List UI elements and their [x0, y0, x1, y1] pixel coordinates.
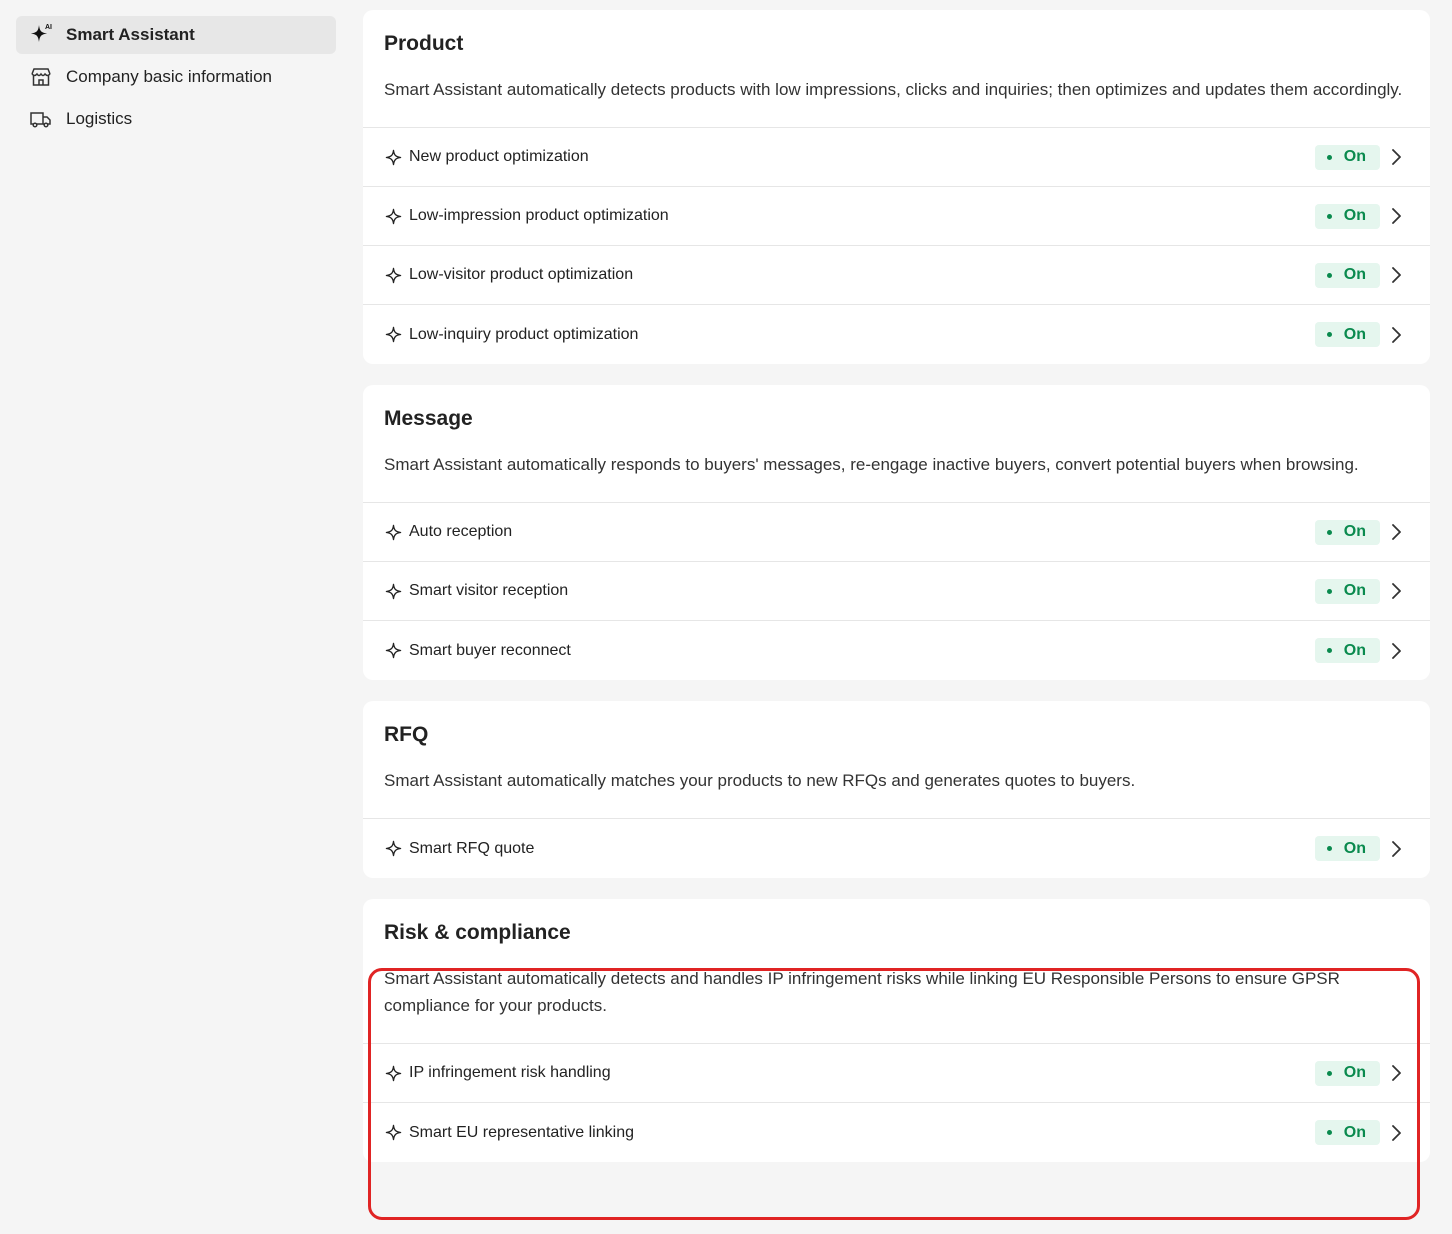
status-dot: [1326, 272, 1332, 278]
svg-text:AI: AI: [45, 24, 52, 31]
feature-row[interactable]: Auto reception On: [363, 503, 1430, 562]
chevron-right-icon[interactable]: [1390, 206, 1406, 226]
sidebar-item-label: Logistics: [66, 109, 133, 128]
feature-label: Smart RFQ quote: [409, 839, 535, 857]
sparkle-icon: [385, 523, 403, 541]
feature-label: Low-inquiry product optimization: [409, 325, 639, 343]
chevron-right-icon[interactable]: [1390, 1123, 1406, 1143]
status-text: On: [1343, 839, 1366, 857]
chevron-right-icon[interactable]: [1390, 325, 1406, 345]
feature-row[interactable]: Low-visitor product optimization On: [363, 246, 1430, 305]
status-text: On: [1343, 582, 1366, 599]
section-description: Smart Assistant automatically detects an…: [384, 969, 1340, 1015]
status-text: On: [1343, 1123, 1366, 1141]
section-card-message: Message Smart Assistant automatically res…: [363, 385, 1430, 680]
status-dot: [1326, 529, 1332, 535]
chevron-right-icon[interactable]: [1390, 839, 1406, 859]
sparkle-icon: [385, 148, 403, 166]
section-title: Message: [384, 407, 473, 430]
feature-row[interactable]: Smart RFQ quote On: [363, 819, 1430, 878]
feature-row[interactable]: IP infringement risk handling On: [363, 1044, 1430, 1103]
feature-row[interactable]: Low-inquiry product optimization On: [363, 305, 1430, 364]
sparkle-icon: [385, 266, 403, 284]
feature-label: Low-impression product optimization: [409, 207, 669, 224]
sparkle-icon: [385, 1064, 403, 1082]
sparkle-icon: [385, 642, 403, 660]
status-text: On: [1343, 641, 1366, 659]
feature-label: Smart buyer reconnect: [409, 641, 571, 659]
status-badge: On: [1314, 144, 1380, 170]
sparkle-icon: [385, 582, 403, 600]
status-dot: [1326, 648, 1332, 653]
feature-label: Auto reception: [409, 523, 513, 540]
chevron-right-icon[interactable]: [1390, 147, 1406, 167]
feature-label: IP infringement risk handling: [409, 1064, 611, 1081]
sparkle-icon: [385, 1124, 403, 1142]
status-text: On: [1343, 207, 1366, 224]
chevron-right-icon[interactable]: [1390, 265, 1406, 285]
main-content: Product Smart Assistant automatically det…: [363, 10, 1430, 1183]
status-dot: [1326, 1070, 1332, 1076]
status-badge: On: [1314, 262, 1380, 288]
sidebar-item-company-info[interactable]: Company basic information: [16, 58, 336, 96]
status-dot: [1326, 332, 1332, 337]
feature-row[interactable]: Smart buyer reconnect On: [363, 621, 1430, 680]
section-description: Smart Assistant automatically detects pr…: [384, 80, 1403, 99]
status-text: On: [1343, 1064, 1366, 1081]
sparkle-icon: [385, 326, 403, 344]
status-dot: [1326, 846, 1332, 851]
sparkle-icon: [385, 840, 403, 858]
section-header: Message Smart Assistant automatically res…: [363, 385, 1430, 503]
feature-label: Smart EU representative linking: [409, 1123, 634, 1141]
status-badge: On: [1314, 836, 1380, 861]
feature-row[interactable]: Low-impression product optimization On: [363, 187, 1430, 246]
section-header: Risk & compliance Smart Assistant automat…: [363, 899, 1430, 1044]
chevron-right-icon[interactable]: [1390, 522, 1406, 542]
status-badge: On: [1314, 578, 1380, 604]
status-badge: On: [1314, 519, 1380, 545]
status-badge: On: [1314, 1060, 1380, 1086]
feature-label: Low-visitor product optimization: [409, 266, 634, 283]
status-dot: [1326, 213, 1332, 219]
status-text: On: [1343, 266, 1366, 283]
sidebar: AI Smart Assistant Company basic informa…: [0, 0, 352, 1234]
feature-label: Smart visitor reception: [409, 582, 569, 599]
section-header: RFQ Smart Assistant automatically matches…: [363, 701, 1430, 819]
section-header: Product Smart Assistant automatically det…: [363, 10, 1430, 128]
feature-row[interactable]: Smart visitor reception On: [363, 562, 1430, 621]
section-description: Smart Assistant automatically responds t…: [384, 455, 1359, 474]
ai-sparkle-icon: AI: [28, 22, 54, 48]
status-badge: On: [1314, 638, 1380, 663]
sidebar-item-label: Company basic information: [66, 67, 272, 86]
section-card-product: Product Smart Assistant automatically det…: [363, 10, 1430, 364]
status-dot: [1326, 1130, 1332, 1135]
storefront-icon: [28, 64, 54, 90]
feature-row[interactable]: New product optimization On: [363, 128, 1430, 187]
section-card-rfq: RFQ Smart Assistant automatically matches…: [363, 701, 1430, 878]
status-dot: [1326, 588, 1332, 594]
status-text: On: [1343, 325, 1366, 343]
section-title: Product: [384, 32, 464, 55]
status-badge: On: [1314, 322, 1380, 347]
truck-icon: [28, 106, 54, 132]
sidebar-item-logistics[interactable]: Logistics: [16, 100, 336, 138]
section-title: Risk & compliance: [384, 921, 571, 944]
chevron-right-icon[interactable]: [1390, 581, 1406, 601]
feature-row[interactable]: Smart EU representative linking On: [363, 1103, 1430, 1162]
section-title: RFQ: [384, 723, 429, 746]
status-text: On: [1343, 148, 1366, 165]
section-card-risk-compliance: Risk & compliance Smart Assistant automat…: [363, 899, 1430, 1162]
sidebar-item-label: Smart Assistant: [66, 25, 195, 44]
status-badge: On: [1314, 1120, 1380, 1145]
sidebar-item-smart-assistant[interactable]: AI Smart Assistant: [16, 16, 336, 54]
chevron-right-icon[interactable]: [1390, 1063, 1406, 1083]
sparkle-icon: [385, 207, 403, 225]
status-badge: On: [1314, 203, 1380, 229]
feature-label: New product optimization: [409, 148, 589, 165]
status-text: On: [1343, 523, 1366, 540]
status-dot: [1326, 154, 1332, 160]
section-description: Smart Assistant automatically matches yo…: [384, 771, 1136, 790]
chevron-right-icon[interactable]: [1390, 641, 1406, 661]
